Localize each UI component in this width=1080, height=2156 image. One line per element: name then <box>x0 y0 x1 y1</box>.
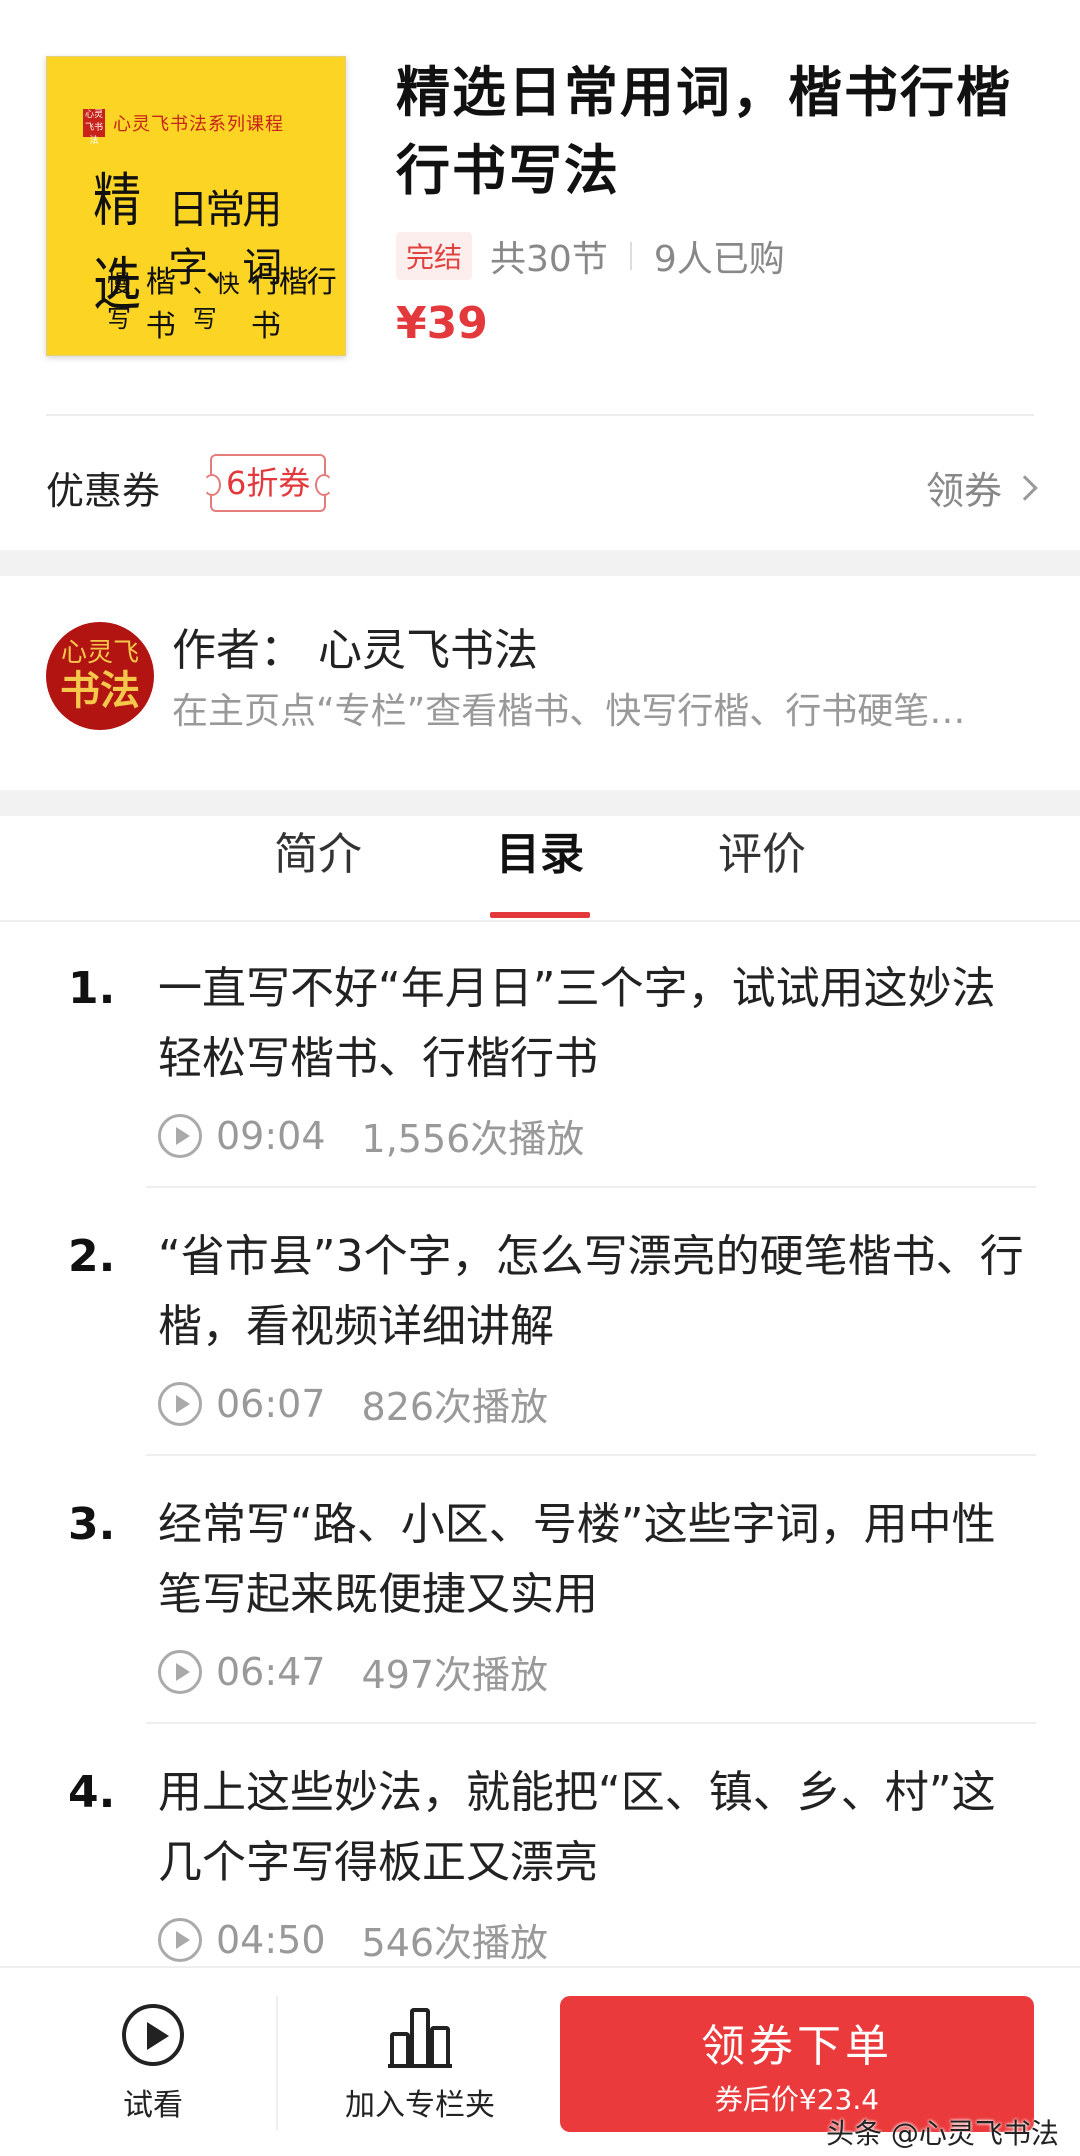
add-to-folder-button[interactable]: 加入专栏夹 <box>330 2004 510 2124</box>
lesson-number: 2. <box>68 1231 116 1282</box>
bar-chart-folder-icon <box>388 2004 452 2068</box>
bottom-divider <box>276 1996 278 2130</box>
tab-reviews[interactable]: 评价 <box>712 816 812 920</box>
lesson-info: 04:50 546次播放 <box>158 1912 548 1967</box>
course-cover[interactable]: 心灵飞书法 心灵飞书法系列课程 精选 日常用字、词 慢写 楷书 、快写 行楷行书 <box>46 56 346 356</box>
divider <box>146 1186 1036 1188</box>
watermark: 头条 @心灵飞书法 <box>826 2117 1059 2150</box>
lesson-plays: 1,556次播放 <box>361 1117 585 1161</box>
lesson-info: 06:07 826次播放 <box>158 1376 548 1431</box>
get-coupon-label: 领券 <box>925 469 1002 513</box>
divider <box>146 1722 1036 1724</box>
lesson-duration: 06:47 <box>216 1649 326 1694</box>
lesson-plays: 826次播放 <box>361 1385 549 1429</box>
list-item[interactable]: 1. 一直写不好“年月日”三个字，试试用这妙法轻松写楷书、行楷行书 09:04 … <box>0 954 1080 1190</box>
coupon-row[interactable]: 优惠券 6折券 领券 <box>0 416 1080 550</box>
play-circle-icon <box>158 1917 202 1962</box>
cover-line2-a: 慢写 <box>107 270 131 333</box>
buy-button-label: 领券下单 <box>701 2021 893 2072</box>
trial-play-icon <box>122 2004 184 2066</box>
cover-line2-b: 楷书 <box>145 265 176 344</box>
cover-series-row: 心灵飞书法 心灵飞书法系列课程 <box>83 109 284 146</box>
add-to-folder-label: 加入专栏夹 <box>345 2088 495 2123</box>
trial-button[interactable]: 试看 <box>98 2004 208 2124</box>
cover-line2: 慢写 楷书 、快写 行楷行书 <box>107 257 345 345</box>
coupon-label: 优惠券 <box>46 469 161 513</box>
chevron-right-icon <box>1012 474 1038 501</box>
author-row[interactable]: 心灵飞 书法 作者： 心灵飞书法 在主页点“专栏”查看楷书、快写行楷、行书硬笔书… <box>0 576 1080 790</box>
tab-catalog[interactable]: 目录 <box>490 816 590 920</box>
divider <box>146 1454 1036 1456</box>
course-price: ¥39 <box>396 298 488 349</box>
cover-line2-d: 行楷行书 <box>250 265 337 344</box>
cover-line2-c: 、快写 <box>192 270 240 333</box>
avatar-text-top: 心灵飞 <box>60 638 139 668</box>
lesson-plays: 497次播放 <box>361 1653 549 1697</box>
lesson-count: 共30节 <box>490 239 608 280</box>
play-circle-icon <box>158 1113 202 1158</box>
cover-seal: 心灵飞书法 <box>83 109 105 146</box>
buyer-count: 9人已购 <box>653 239 785 280</box>
section-gap <box>0 550 1080 576</box>
lesson-duration: 04:50 <box>216 1917 326 1962</box>
avatar-text-bottom: 书法 <box>60 667 140 714</box>
section-gap <box>0 790 1080 816</box>
status-badge: 完结 <box>396 232 473 280</box>
author-description: 在主页点“专栏”查看楷书、快写行楷、行书硬笔书法课程 <box>172 691 982 732</box>
get-coupon-button[interactable]: 领券 <box>925 460 1038 515</box>
coupon-tag: 6折券 <box>202 454 334 512</box>
lesson-info: 09:04 1,556次播放 <box>158 1108 584 1163</box>
meta-separator <box>629 242 632 270</box>
list-item[interactable]: 2. “省市县”3个字，怎么写漂亮的硬笔楷书、行楷，看视频详细讲解 06:07 … <box>0 1222 1080 1458</box>
lesson-title: 一直写不好“年月日”三个字，试试用这妙法轻松写楷书、行楷行书 <box>158 963 996 1084</box>
list-item[interactable]: 3. 经常写“路、小区、号楼”这些字词，用中性笔写起来既便捷又实用 06:47 … <box>0 1490 1080 1726</box>
tab-bar: 简介 目录 评价 <box>0 816 1080 922</box>
cover-series-text: 心灵飞书法系列课程 <box>113 114 284 135</box>
tab-intro[interactable]: 简介 <box>268 816 368 920</box>
play-circle-icon <box>158 1649 202 1694</box>
lesson-title: “省市县”3个字，怎么写漂亮的硬笔楷书、行楷，看视频详细讲解 <box>158 1231 1024 1352</box>
lesson-number: 3. <box>68 1499 116 1550</box>
lesson-duration: 06:07 <box>216 1381 326 1426</box>
lesson-duration: 09:04 <box>216 1113 326 1158</box>
lesson-number: 1. <box>68 963 116 1014</box>
course-title: 精选日常用词，楷书行楷行书写法 <box>396 61 1012 202</box>
lesson-title: 用上这些妙法，就能把“区、镇、乡、村”这几个字写得板正又漂亮 <box>158 1767 996 1888</box>
avatar[interactable]: 心灵飞 书法 <box>46 622 154 730</box>
lesson-plays: 546次播放 <box>361 1921 549 1965</box>
active-tab-indicator <box>490 912 590 918</box>
list-item[interactable]: 4. 用上这些妙法，就能把“区、镇、乡、村”这几个字写得板正又漂亮 04:50 … <box>0 1758 1080 1966</box>
trial-label: 试看 <box>123 2088 183 2123</box>
lesson-number: 4. <box>68 1767 116 1818</box>
course-meta: 完结 共30节 9人已购 <box>396 230 785 282</box>
lesson-title: 经常写“路、小区、号楼”这些字词，用中性笔写起来既便捷又实用 <box>158 1499 996 1620</box>
lesson-info: 06:47 497次播放 <box>158 1644 548 1699</box>
author-name: 作者： 心灵飞书法 <box>172 625 538 676</box>
play-circle-icon <box>158 1381 202 1426</box>
